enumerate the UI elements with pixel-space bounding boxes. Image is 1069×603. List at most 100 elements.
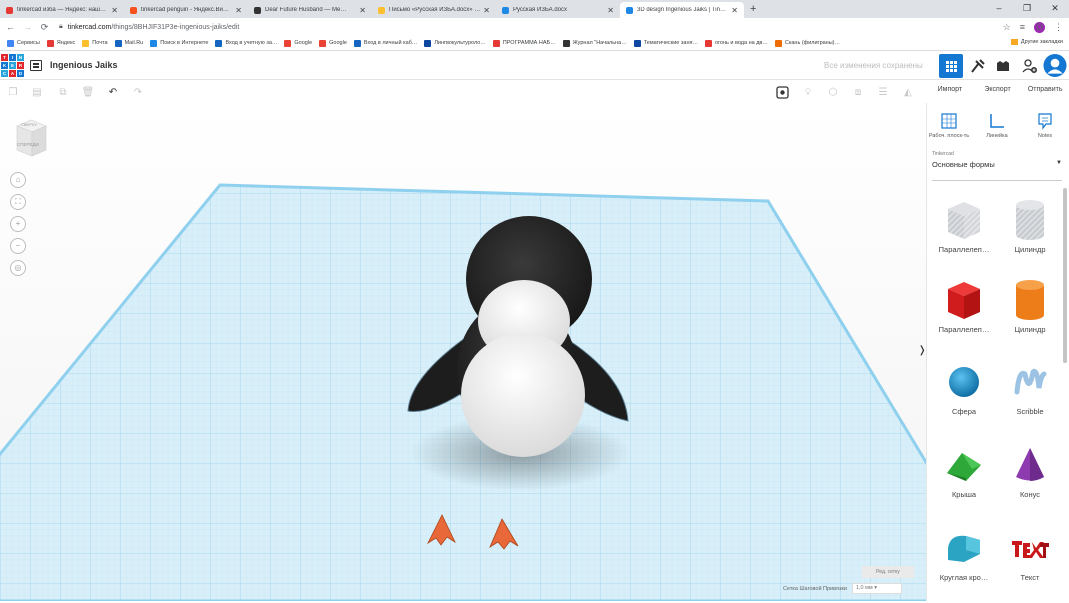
paste-icon[interactable]: ▤ (30, 85, 44, 99)
bookmark-item[interactable]: Почта (82, 39, 108, 47)
close-tab-icon[interactable]: ✕ (235, 6, 242, 15)
shape-scribble[interactable]: Scribble (997, 357, 1063, 437)
browser-tab[interactable]: Русская ИЗБА.docx ✕ (496, 2, 620, 18)
browser-tab[interactable]: Dear Future Husband — Me… ✕ (248, 2, 372, 18)
shape-library-select[interactable]: Tinkercad Основные формы ▼ (932, 151, 1062, 181)
logo-letter: T (1, 54, 8, 61)
shape-cylinder-hole[interactable]: Цилиндр (997, 195, 1063, 275)
shape-sphere[interactable]: Сфера (931, 357, 997, 437)
logo-letter: D (17, 70, 24, 77)
tinkercad-logo[interactable]: TIN KER CAD (1, 54, 24, 77)
bookmark-item[interactable]: Журнал "Начальна… (562, 39, 627, 47)
close-tab-icon[interactable]: ✕ (731, 6, 738, 15)
bookmark-item[interactable]: огонь и вода на дв… (704, 39, 768, 47)
light-bulb-icon[interactable]: 💡︎ (801, 85, 815, 99)
shape-roof[interactable]: Крыша (931, 440, 997, 520)
bookmark-item[interactable]: Сервисы (7, 39, 40, 47)
redo-icon[interactable]: ↷ (131, 85, 145, 99)
perspective-icon[interactable]: ◎ (10, 260, 26, 276)
bookmark-star-icon[interactable]: ☆ (1003, 22, 1011, 33)
shape-round-roof[interactable]: Круглая кро… (931, 523, 997, 603)
browser-tab[interactable]: Письмо «Русская ИЗБА.docx» … ✕ (372, 2, 496, 18)
import-button[interactable]: Импорт (926, 81, 974, 101)
tab-title: 3D design Ingenious Jaiks | Tink… (637, 7, 729, 13)
library-source: Tinkercad (932, 151, 954, 157)
penguin-belly[interactable] (461, 333, 585, 457)
notes-view-icon[interactable] (775, 85, 789, 99)
bookmark-item[interactable]: Яндекс (46, 39, 75, 47)
zoom-in-icon[interactable]: + (10, 216, 26, 232)
shape-cylinder[interactable]: Цилиндр (997, 275, 1063, 355)
bookmark-item[interactable]: Поиск в Интернете (150, 39, 209, 47)
add-user-icon[interactable] (1017, 54, 1041, 78)
reading-list-icon[interactable]: ≡ (1020, 22, 1025, 32)
minimize-button[interactable]: – (985, 0, 1013, 18)
export-button[interactable]: Экспорт (974, 81, 1022, 101)
ruler-tool-label: Линейка (986, 133, 1008, 139)
home-view-icon[interactable]: ⌂ (10, 172, 26, 188)
send-button[interactable]: Отправить (1021, 81, 1069, 101)
undo-icon[interactable]: ↶ (106, 85, 120, 99)
design-menu-icon[interactable] (30, 60, 42, 71)
3d-viewport[interactable]: СВЕРХУ СПЕРЕДИ ⌂ ⛶ + − ◎ Ред. сетку Сетк… (0, 103, 926, 601)
back-icon[interactable]: ← (4, 22, 17, 32)
import-export-bar: Импорт Экспорт Отправить (926, 81, 1069, 101)
zoom-out-icon[interactable]: − (10, 238, 26, 254)
close-tab-icon[interactable]: ✕ (483, 6, 490, 15)
bookmark-item[interactable]: Тематические заня… (633, 39, 698, 47)
bookmark-item[interactable]: Google (284, 39, 312, 47)
bookmark-item[interactable]: Скань (филиграны)… (774, 39, 840, 47)
url-field[interactable]: 🔒︎ tinkercad.com/things/8BHJIF31P3e-inge… (59, 20, 994, 34)
copy-icon[interactable]: ❐ (6, 85, 20, 99)
bookmark-item[interactable]: Вход в учетную за… (215, 39, 277, 47)
codeblocks-icon[interactable] (966, 54, 990, 78)
shape-cone[interactable]: Конус (997, 440, 1063, 520)
close-tab-icon[interactable]: ✕ (359, 6, 366, 15)
browser-tab-active[interactable]: 3D design Ingenious Jaiks | Tink… ✕ (620, 2, 744, 18)
bookmark-item[interactable]: Google (319, 39, 347, 47)
fit-view-icon[interactable]: ⛶ (10, 194, 26, 210)
snap-grid-select[interactable]: 1,0 мм ▾ (851, 583, 902, 594)
folder-icon (1010, 39, 1018, 45)
close-tab-icon[interactable]: ✕ (607, 6, 614, 15)
cone-icon (997, 440, 1063, 490)
workplane-tool[interactable]: Рабоч. плоск-ть (927, 109, 971, 139)
shape-text[interactable]: Текст (997, 523, 1063, 603)
mirror-icon[interactable]: ◭ (901, 85, 915, 99)
ungroup-icon[interactable]: ⧈ (851, 85, 865, 99)
new-tab-button[interactable]: + (744, 2, 762, 18)
forward-icon[interactable]: → (21, 22, 34, 32)
restore-button[interactable]: ❐ (1013, 0, 1041, 18)
3d-design-view-button[interactable] (939, 54, 963, 78)
profile-avatar[interactable]: O (1034, 21, 1045, 33)
close-window-button[interactable]: ✕ (1041, 0, 1069, 18)
edit-grid-button[interactable]: Ред. сетку (862, 566, 914, 578)
reload-icon[interactable]: ⟳ (38, 22, 51, 33)
shape-box[interactable]: Параллелеп… (931, 275, 997, 355)
user-avatar[interactable] (1043, 53, 1067, 77)
view-cube[interactable]: СВЕРХУ СПЕРЕДИ (14, 118, 48, 158)
bookmark-item[interactable]: Mail.Ru (114, 39, 143, 47)
other-bookmarks[interactable]: Другие закладки (1010, 39, 1063, 45)
collapse-panel-icon[interactable]: ❭ (918, 345, 926, 356)
delete-icon[interactable]: 🗑︎ (81, 85, 95, 99)
panel-scrollbar[interactable] (1063, 188, 1067, 363)
bookmark-item[interactable]: ПРОГРАММА НАБ… (492, 39, 556, 47)
align-icon[interactable]: ☰ (876, 85, 890, 99)
design-name[interactable]: Ingenious Jaiks (50, 60, 118, 70)
ruler-tool[interactable]: Линейка (975, 109, 1019, 139)
bookmark-item[interactable]: Вход в личный каб… (353, 39, 417, 47)
bookmark-label: Поиск в Интернете (160, 40, 209, 46)
notes-tool[interactable]: Notes (1023, 109, 1067, 139)
snap-grid-control: Сетка Шаговой Привязки 1,0 мм ▾ (783, 583, 902, 594)
shape-box-hole[interactable]: Параллелеп… (931, 195, 997, 275)
browser-tab[interactable]: tinkercad изба — Яндекс: нашл… ✕ (0, 2, 124, 18)
close-tab-icon[interactable]: ✕ (111, 6, 118, 15)
browser-menu-icon[interactable]: ⋮ (1054, 22, 1063, 33)
dropdown-arrow-icon: ▼ (1056, 160, 1062, 166)
lesson-plans-icon[interactable] (991, 54, 1015, 78)
browser-tab[interactable]: tinkercad penguin - Яндекс.Вид… ✕ (124, 2, 248, 18)
duplicate-icon[interactable]: ⧉ (56, 85, 70, 99)
group-icon[interactable]: ⬡ (826, 85, 840, 99)
bookmark-item[interactable]: Лингвокультуроло… (424, 39, 486, 47)
